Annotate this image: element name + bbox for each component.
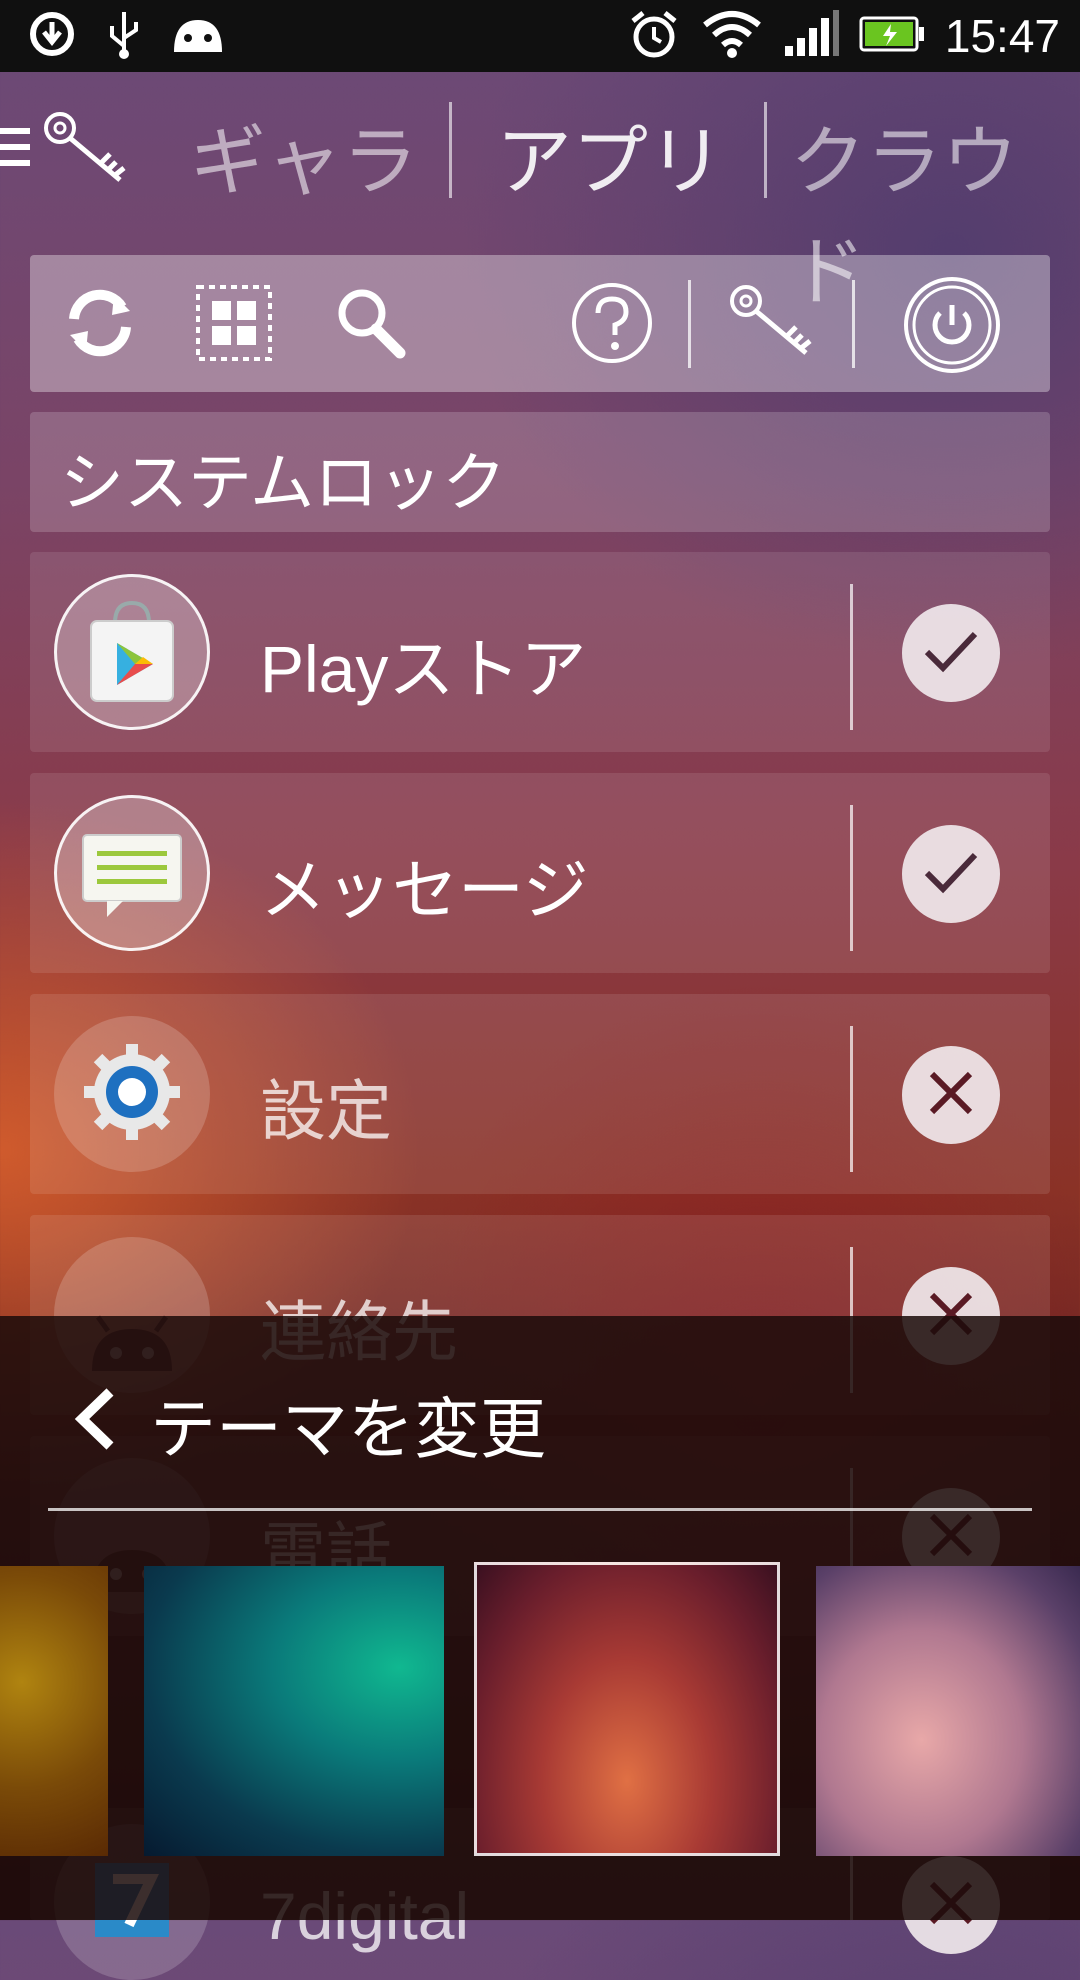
row-divider: [850, 584, 853, 730]
key-icon[interactable]: [40, 108, 130, 192]
app-icon-circle: [54, 574, 210, 730]
battery-charging-icon: [859, 14, 925, 58]
app-label-name: ストア: [388, 631, 587, 708]
section-title: システムロック: [60, 447, 507, 521]
theme-thumb-teal[interactable]: [144, 1566, 444, 1856]
app-icon-circle: [54, 1016, 210, 1172]
lock-toggle-checked[interactable]: [902, 825, 1000, 923]
app-label: メッセージ: [260, 852, 589, 929]
app-icon-circle: [54, 795, 210, 951]
key-icon[interactable]: [726, 281, 816, 367]
menu-icon[interactable]: [0, 122, 32, 176]
theme-thumb-orange[interactable]: [0, 1566, 108, 1856]
sync-icon: [26, 8, 78, 64]
lock-toggle-checked[interactable]: [902, 604, 1000, 702]
tab-apps[interactable]: アプリ: [496, 100, 724, 210]
close-icon: [926, 1068, 976, 1122]
theme-thumb-red-purple[interactable]: [474, 1562, 780, 1856]
tab-divider: [764, 102, 767, 198]
check-icon: [921, 626, 981, 680]
check-icon: [921, 847, 981, 901]
app-row[interactable]: Playストア: [30, 552, 1050, 752]
theme-panel: テーマを変更: [0, 1316, 1080, 1920]
messages-icon: [77, 821, 187, 925]
help-icon[interactable]: [570, 283, 654, 371]
toolbar-divider: [852, 280, 855, 368]
status-time: 15:47: [944, 10, 1060, 62]
theme-panel-title[interactable]: テーマを変更: [150, 1376, 546, 1472]
back-chevron-icon[interactable]: [72, 1386, 118, 1456]
settings-icon: [80, 1040, 184, 1148]
status-bar: 15:47: [0, 0, 1080, 72]
app-row[interactable]: メッセージ: [30, 773, 1050, 973]
wifi-icon: [701, 9, 763, 63]
tab-gallery[interactable]: ギャラ: [190, 100, 418, 210]
power-icon[interactable]: [902, 275, 1002, 379]
row-divider: [850, 805, 853, 951]
app-label-prefix: Play: [260, 632, 389, 706]
app-row[interactable]: 設定: [30, 994, 1050, 1194]
tab-bar: ギャラ アプリ クラウド: [0, 72, 1080, 316]
toolbar-divider: [688, 280, 691, 368]
app-label: 設定: [260, 1073, 392, 1150]
alarm-icon: [627, 7, 681, 65]
search-icon[interactable]: [330, 283, 410, 367]
android-icon: [170, 12, 226, 60]
theme-thumb-pink-blur[interactable]: [816, 1566, 1080, 1856]
signal-icon: [783, 10, 839, 62]
divider: [48, 1508, 1032, 1511]
app-label: Playストア: [260, 616, 586, 712]
lock-toggle-unchecked[interactable]: [902, 1046, 1000, 1144]
play-store-icon: [77, 595, 187, 709]
row-divider: [850, 1026, 853, 1172]
toolbar: [30, 255, 1050, 392]
refresh-icon[interactable]: [60, 283, 140, 367]
tab-divider: [449, 102, 452, 198]
section-header: システムロック: [30, 412, 1050, 532]
usb-icon: [104, 8, 144, 64]
grid-select-icon[interactable]: [194, 283, 274, 367]
